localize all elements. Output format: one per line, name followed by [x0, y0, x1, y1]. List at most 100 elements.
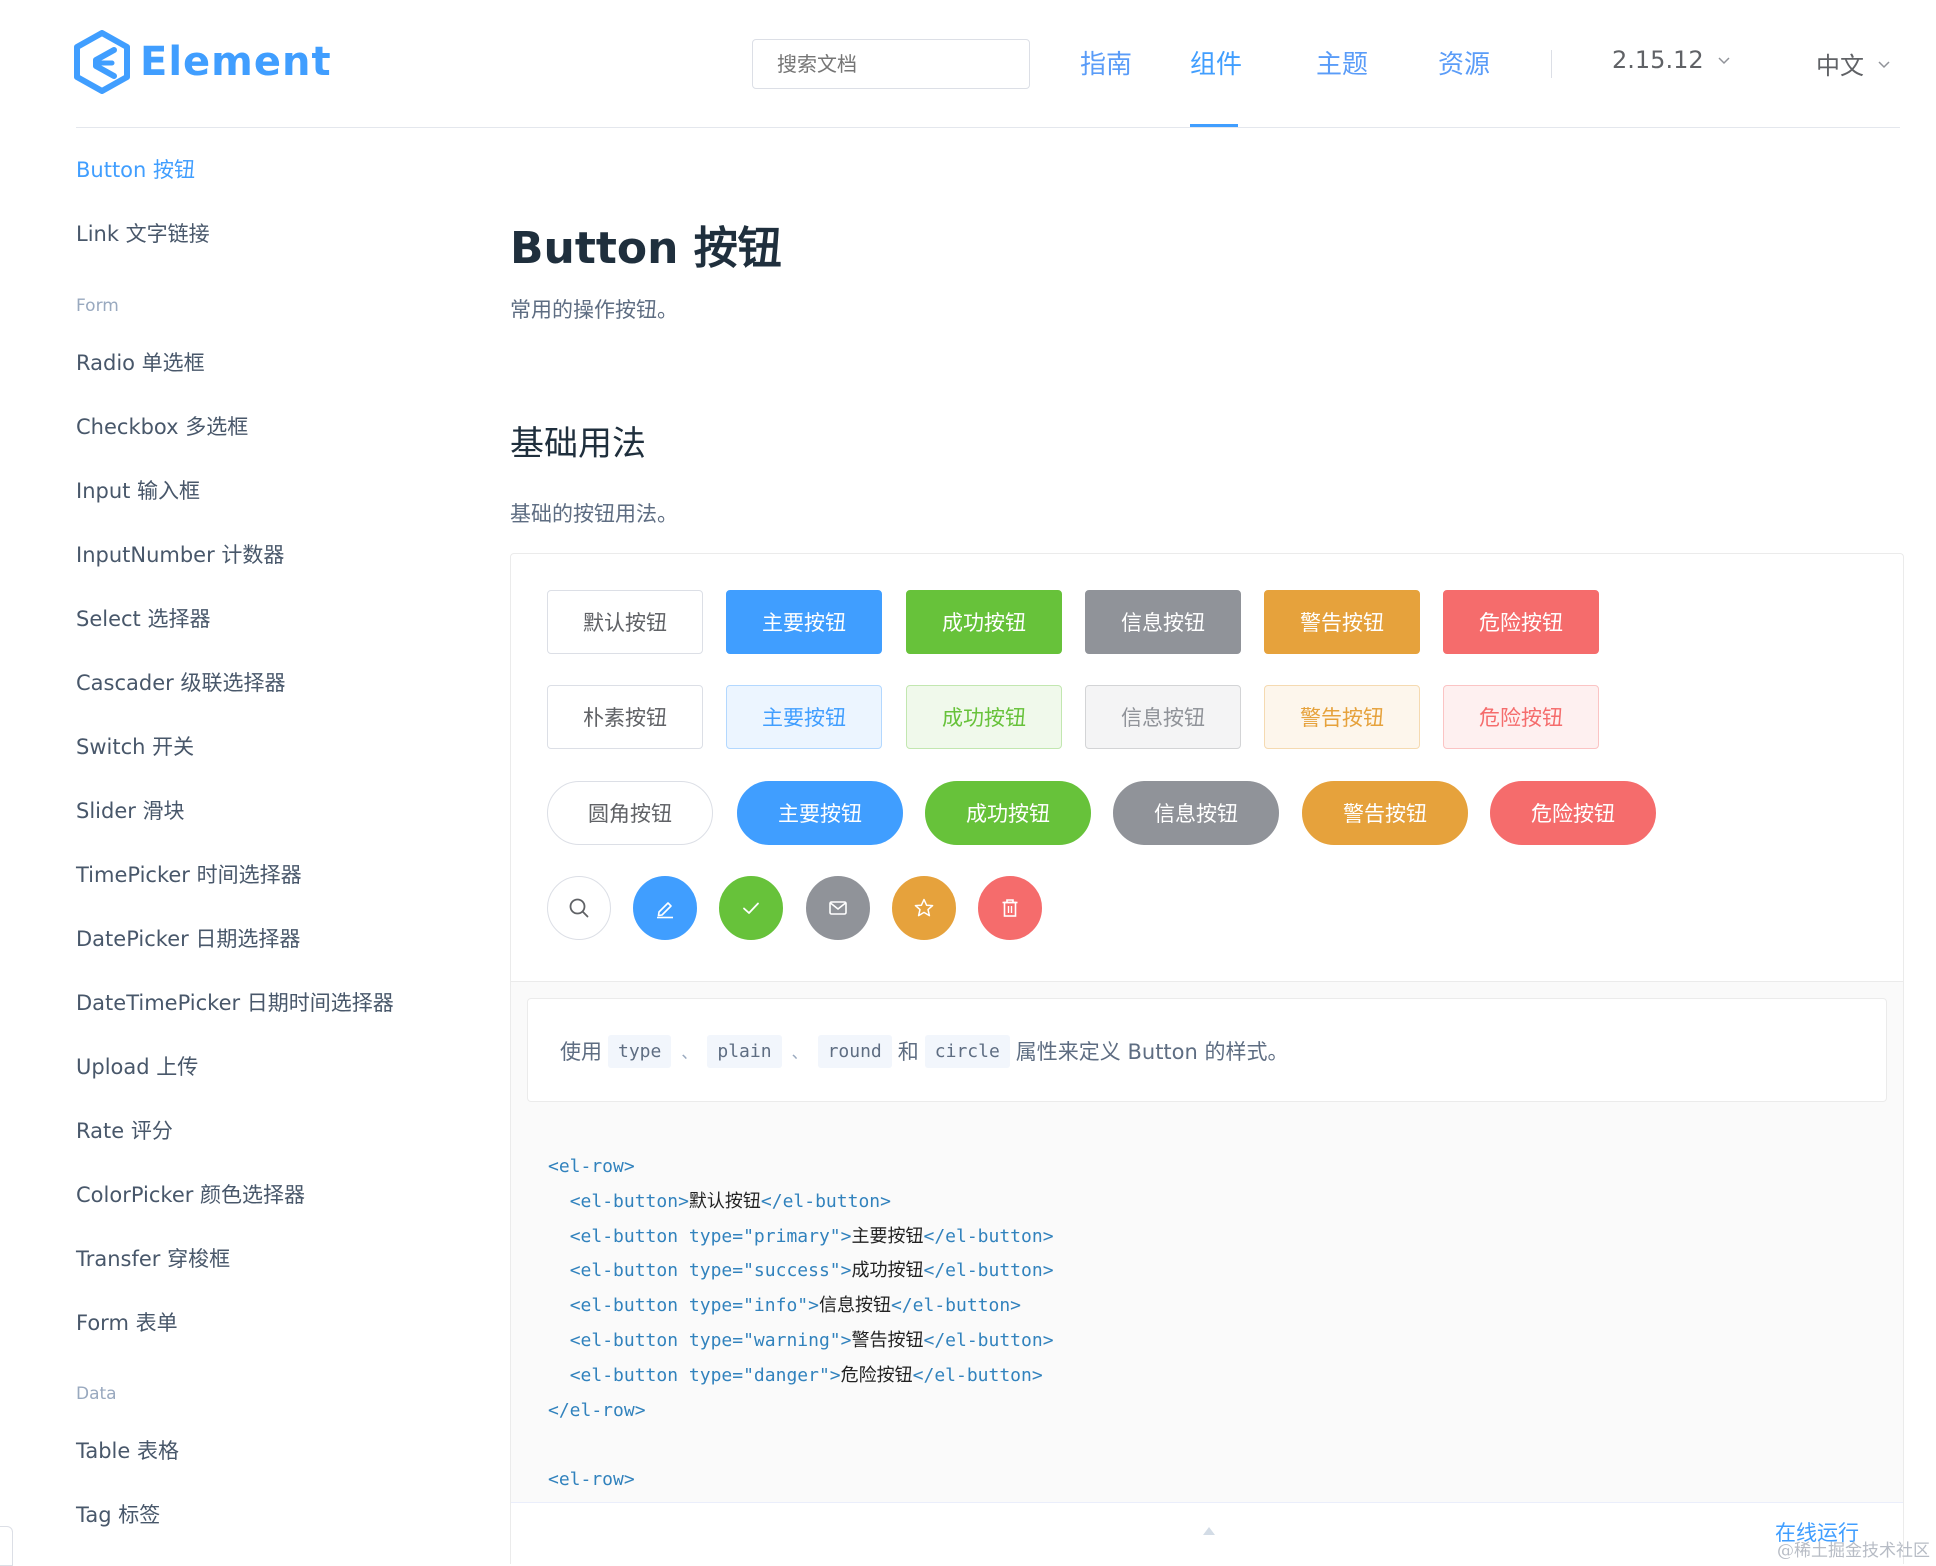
nav-resource[interactable]: 资源	[1438, 44, 1490, 81]
warning-button[interactable]: 警告按钮	[1264, 590, 1420, 654]
code-tag-close: </el-button>	[890, 1295, 1022, 1317]
code-tag-open: <el-row>	[548, 1469, 635, 1491]
round-primary-button[interactable]: 主要按钮	[737, 781, 903, 845]
code-attr: type=	[678, 1329, 744, 1351]
sidebar-item-tag[interactable]: Tag 标签	[76, 1499, 160, 1529]
primary-button[interactable]: 主要按钮	[726, 590, 882, 654]
code-text: 危险按钮	[840, 1364, 913, 1386]
delete-icon	[1002, 899, 1018, 917]
edit-icon	[657, 902, 673, 919]
round-success-button[interactable]: 成功按钮	[925, 781, 1091, 845]
sidebar-item-switch[interactable]: Switch 开关	[76, 731, 194, 761]
code-text: 信息按钮	[818, 1295, 891, 1317]
sidebar-item-upload[interactable]: Upload 上传	[76, 1051, 198, 1081]
plain-info-button[interactable]: 信息按钮	[1085, 685, 1241, 749]
plain-primary-button[interactable]: 主要按钮	[726, 685, 882, 749]
star-icon	[914, 898, 934, 917]
plain-danger-button[interactable]: 危险按钮	[1443, 685, 1599, 749]
sidebar-item-radio[interactable]: Radio 单选框	[76, 347, 205, 377]
sidebar-item-datetimepicker[interactable]: DateTimePicker 日期时间选择器	[76, 987, 394, 1017]
round-warning-button[interactable]: 警告按钮	[1302, 781, 1468, 845]
code-line: <el-row>	[548, 1150, 1054, 1185]
circle-search-button[interactable]	[547, 876, 611, 940]
sidebar-item-datepicker[interactable]: DatePicker 日期选择器	[76, 923, 300, 953]
success-button[interactable]: 成功按钮	[906, 590, 1062, 654]
round-default-button[interactable]: 圆角按钮	[547, 781, 713, 845]
circle-edit-button[interactable]	[633, 876, 697, 940]
plain-warning-button[interactable]: 警告按钮	[1264, 685, 1420, 749]
code-type: type	[608, 1034, 672, 1068]
sidebar-item-transfer[interactable]: Transfer 穿梭框	[76, 1243, 230, 1273]
element-logo[interactable]: Element	[74, 30, 332, 94]
code-text: 警告按钮	[851, 1329, 924, 1351]
code-attr: type=	[678, 1225, 744, 1247]
code-tag-close: </el-button>	[923, 1225, 1054, 1247]
sidebar-item-checkbox[interactable]: Checkbox 多选框	[76, 411, 248, 441]
usage-description-text: 使用 type 、 plain 、 round 和 circle 属性来定义 B…	[560, 999, 1289, 1103]
code-tag-open: </el-row>	[548, 1399, 646, 1421]
sidebar-item-select[interactable]: Select 选择器	[76, 603, 210, 633]
plain-success-button[interactable]: 成功按钮	[906, 685, 1062, 749]
code-text: 主要按钮	[851, 1225, 924, 1247]
code-tag-close: </el-button>	[923, 1260, 1054, 1282]
sidebar-item-slider[interactable]: Slider 滑块	[76, 795, 185, 825]
sidebar-item-input[interactable]: Input 输入框	[76, 475, 200, 505]
default-button[interactable]: 默认按钮	[547, 590, 703, 654]
nav-guide[interactable]: 指南	[1080, 44, 1132, 81]
chevron-down-icon	[1878, 60, 1890, 68]
circle-check-button[interactable]	[719, 876, 783, 940]
sidebar-item-rate[interactable]: Rate 评分	[76, 1115, 173, 1145]
code-line: <el-button type="info">信息按钮</el-button>	[548, 1289, 1054, 1324]
sidebar-item-form[interactable]: Form 表单	[76, 1307, 178, 1337]
code-plain: plain	[707, 1034, 782, 1068]
nav-component[interactable]: 组件	[1190, 44, 1242, 81]
code-tag-end: >	[678, 1190, 689, 1212]
desc-separator: 、	[681, 1043, 698, 1062]
search-input[interactable]	[752, 39, 1030, 89]
code-tag-open: <el-button	[569, 1295, 679, 1317]
round-info-button[interactable]: 信息按钮	[1113, 781, 1279, 845]
language-dropdown[interactable]: 中文	[1816, 46, 1890, 81]
code-tag-open: <el-button	[569, 1329, 679, 1351]
element-logo-icon	[74, 30, 130, 94]
code-line: <el-row>	[548, 1463, 1054, 1498]
search-icon	[569, 898, 589, 918]
sidebar-item-button[interactable]: Button 按钮	[76, 154, 195, 184]
danger-button[interactable]: 危险按钮	[1443, 590, 1599, 654]
sidebar-item-colorpicker[interactable]: ColorPicker 颜色选择器	[76, 1179, 305, 1209]
sidebar-group-data: Data	[76, 1384, 117, 1404]
scroll-edge-tab[interactable]	[0, 1526, 13, 1566]
version-dropdown[interactable]: 2.15.12	[1612, 46, 1730, 74]
section-description: 基础的按钮用法。	[510, 502, 678, 526]
caret-up-icon[interactable]	[1203, 1527, 1215, 1535]
code-tag-open: <el-button	[569, 1260, 679, 1282]
circle-delete-button[interactable]	[978, 876, 1042, 940]
circle-star-button[interactable]	[892, 876, 956, 940]
usage-description: 使用 type 、 plain 、 round 和 circle 属性来定义 B…	[527, 998, 1887, 1102]
sidebar-item-cascader[interactable]: Cascader 级联选择器	[76, 667, 285, 697]
sidebar-item-link[interactable]: Link 文字链接	[76, 218, 210, 248]
sidebar-group-form: Form	[76, 296, 119, 316]
language-label: 中文	[1816, 52, 1864, 80]
sidebar-item-timepicker[interactable]: TimePicker 时间选择器	[76, 859, 302, 889]
plain-default-button[interactable]: 朴素按钮	[547, 685, 703, 749]
sidebar-item-table[interactable]: Table 表格	[76, 1435, 179, 1465]
sidebar-item-inputnumber[interactable]: InputNumber 计数器	[76, 539, 284, 569]
code-attr-value: "info"	[743, 1295, 809, 1317]
code-attr-value: "danger"	[743, 1364, 830, 1386]
desc-suffix: 属性来定义 Button 的样式。	[1015, 1040, 1289, 1064]
code-text: 默认按钮	[688, 1190, 761, 1212]
page-description: 常用的操作按钮。	[510, 298, 678, 322]
round-danger-button[interactable]: 危险按钮	[1490, 781, 1656, 845]
code-tag-close: </el-button>	[923, 1329, 1054, 1351]
nav-theme[interactable]: 主题	[1316, 44, 1368, 81]
code-tag-end: >	[840, 1329, 852, 1351]
code-attr-value: "success"	[743, 1260, 841, 1282]
demo-control-bar[interactable]: 在线运行	[511, 1502, 1903, 1565]
info-button[interactable]: 信息按钮	[1085, 590, 1241, 654]
code-tag-end: >	[829, 1364, 841, 1386]
circle-message-button[interactable]	[806, 876, 870, 940]
